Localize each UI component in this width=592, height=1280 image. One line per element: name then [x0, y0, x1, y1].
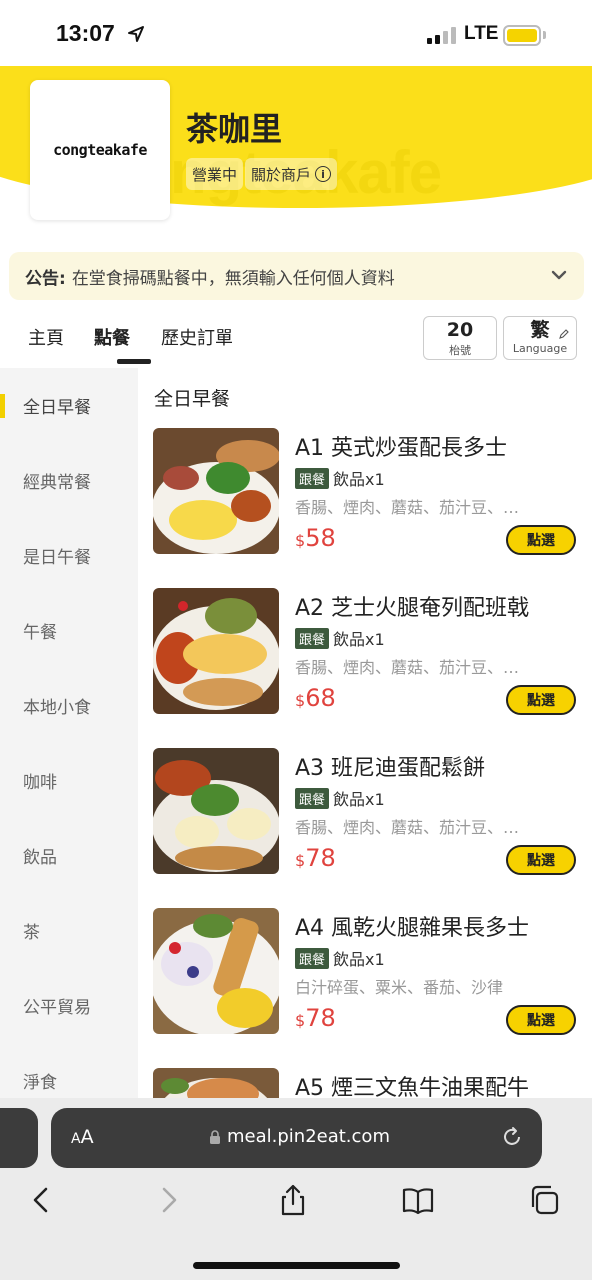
active-category-indicator	[0, 394, 5, 418]
item-price: $68	[295, 684, 336, 712]
announcement-text: 在堂食掃碼點餐中，無須輸入任何個人資料	[71, 268, 395, 289]
menu-list: 全日早餐 A1 英式炒蛋配長多士 跟餐 飲品x1 香腸、煙肉、蘑菇、茄汁豆、… $…	[138, 368, 592, 1098]
announcement-label: 公告:	[25, 268, 66, 289]
category-sidebar: 全日早餐 經典常餐 是日午餐 午餐 本地小食 咖啡 飲品 茶 公平貿易 淨食	[0, 368, 138, 1098]
about-shop-button[interactable]: 關於商戶 i	[245, 158, 338, 190]
reload-icon[interactable]	[500, 1125, 524, 1149]
category-item[interactable]: 淨食	[0, 1043, 138, 1098]
item-name: A2 芝士火腿奄列配班戟	[295, 596, 530, 621]
item-name: A4 風乾火腿雜果長多士	[295, 916, 530, 941]
category-item[interactable]: 午餐	[0, 593, 138, 668]
food-photo	[153, 908, 279, 1034]
url-text: meal.pin2eat.com	[227, 1126, 390, 1147]
chevron-down-icon	[551, 270, 567, 280]
pencil-icon	[559, 329, 569, 339]
item-description: 香腸、煙肉、蘑菇、茄汁豆、…	[295, 818, 520, 837]
menu-item[interactable]: A5 煙三文魚牛油果配牛	[138, 1068, 592, 1098]
item-name: A5 煙三文魚牛油果配牛	[295, 1076, 530, 1098]
item-description: 白汁碎蛋、粟米、番茄、沙律	[295, 978, 504, 997]
food-photo	[153, 428, 279, 554]
active-tab-indicator	[117, 359, 151, 364]
select-button[interactable]: 點選	[506, 845, 576, 875]
menu-item[interactable]: A2 芝士火腿奄列配班戟 跟餐 飲品x1 香腸、煙肉、蘑菇、茄汁豆、… $68 點…	[138, 588, 592, 748]
location-arrow-icon	[128, 26, 144, 42]
menu-item[interactable]: A3 班尼迪蛋配鬆餅 跟餐 飲品x1 香腸、煙肉、蘑菇、茄汁豆、… $78 點選	[138, 748, 592, 908]
category-item[interactable]: 經典常餐	[0, 443, 138, 518]
category-item[interactable]: 本地小食	[0, 668, 138, 743]
tab-order[interactable]: 點餐	[94, 324, 130, 350]
shop-name: 茶咖里	[186, 110, 283, 148]
food-photo	[153, 1068, 279, 1098]
battery-icon	[503, 25, 541, 46]
category-item[interactable]: 咖啡	[0, 743, 138, 818]
category-item-all-day-breakfast[interactable]: 全日早餐	[0, 368, 138, 443]
category-item[interactable]: 茶	[0, 893, 138, 968]
status-bar: 13:07 LTE	[0, 0, 592, 66]
food-photo	[153, 748, 279, 874]
logo-text: congteakafe	[53, 141, 147, 159]
select-button[interactable]: 點選	[506, 685, 576, 715]
tab-home[interactable]: 主頁	[28, 324, 64, 350]
shop-logo: congteakafe	[30, 80, 170, 220]
menu-item[interactable]: A4 風乾火腿雜果長多士 跟餐 飲品x1 白汁碎蛋、粟米、番茄、沙律 $78 點選	[138, 908, 592, 1068]
item-description: 香腸、煙肉、蘑菇、茄汁豆、…	[295, 498, 520, 517]
category-item[interactable]: 飲品	[0, 818, 138, 893]
browser-toolbar: AA meal.pin2eat.com	[0, 1098, 592, 1280]
text-size-button[interactable]: AA	[71, 1126, 94, 1148]
item-price: $58	[295, 524, 336, 552]
shop-header: ngteakafe congteakafe 茶咖里 營業中 關於商戶 i	[0, 66, 592, 246]
info-icon: i	[315, 166, 332, 182]
status-badge: 營業中	[186, 158, 244, 190]
announcement-bar[interactable]: 公告: 在堂食掃碼點餐中，無須輸入任何個人資料	[9, 252, 584, 300]
category-item[interactable]: 公平貿易	[0, 968, 138, 1043]
section-title: 全日早餐	[154, 388, 231, 410]
item-name: A1 英式炒蛋配長多士	[295, 436, 508, 461]
set-badge: 跟餐	[295, 467, 330, 489]
menu-item[interactable]: A1 英式炒蛋配長多士 跟餐 飲品x1 香腸、煙肉、蘑菇、茄汁豆、… $58 點選	[138, 428, 592, 588]
set-badge: 跟餐	[295, 627, 330, 649]
forward-icon[interactable]	[152, 1183, 186, 1217]
food-photo	[153, 588, 279, 714]
home-indicator	[193, 1262, 400, 1269]
language-button[interactable]: 繁 Language	[503, 316, 577, 360]
bookmarks-icon[interactable]	[401, 1183, 435, 1217]
lock-icon	[210, 1129, 220, 1144]
back-icon[interactable]	[24, 1183, 58, 1217]
set-badge: 跟餐	[295, 947, 330, 969]
table-number-button[interactable]: 20 枱號	[423, 316, 497, 360]
select-button[interactable]: 點選	[506, 525, 576, 555]
main-tabs: 主頁 點餐 歷史訂單 20 枱號 繁 Language	[0, 310, 592, 368]
item-description: 香腸、煙肉、蘑菇、茄汁豆、…	[295, 658, 520, 677]
category-item[interactable]: 是日午餐	[0, 518, 138, 593]
select-button[interactable]: 點選	[506, 1005, 576, 1035]
network-type: LTE	[464, 23, 499, 44]
tab-history[interactable]: 歷史訂單	[161, 324, 233, 350]
status-time: 13:07	[56, 20, 115, 46]
item-name: A3 班尼迪蛋配鬆餅	[295, 756, 486, 781]
set-badge: 跟餐	[295, 787, 330, 809]
tabs-icon[interactable]	[527, 1183, 561, 1217]
signal-icon	[427, 26, 459, 44]
item-price: $78	[295, 1004, 336, 1032]
address-bar[interactable]: AA meal.pin2eat.com	[51, 1108, 542, 1168]
share-icon[interactable]	[276, 1183, 310, 1217]
previous-tab[interactable]	[0, 1108, 38, 1168]
item-price: $78	[295, 844, 336, 872]
